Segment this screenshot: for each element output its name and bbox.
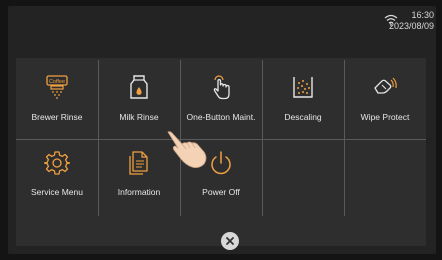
maintenance-menu-panel: Coffee Brewer Rinse Milk Rinse One-Butto…: [16, 58, 426, 246]
menu-item-label: Milk Rinse: [119, 112, 159, 122]
close-icon: [226, 237, 234, 245]
menu-item-one-button-maint[interactable]: One-Button Maint.: [180, 60, 262, 140]
menu-item-service-menu[interactable]: Service Menu: [16, 140, 98, 216]
gear-icon: [44, 150, 70, 176]
descaling-icon: [290, 74, 316, 100]
menu-item-label: Brewer Rinse: [31, 112, 83, 122]
clock: 16:30 2023/08/09: [389, 10, 434, 32]
power-icon: [208, 150, 234, 176]
menu-item-label: Service Menu: [31, 187, 83, 197]
menu-item-milk-rinse[interactable]: Milk Rinse: [98, 60, 180, 140]
menu-item-label: Wipe Protect: [360, 112, 410, 122]
touch-hand-icon: [208, 74, 234, 100]
svg-text:Coffee: Coffee: [49, 79, 65, 85]
status-bar: 16:30 2023/08/09: [8, 6, 436, 40]
menu-item-label: Descaling: [284, 112, 322, 122]
clock-time: 16:30: [411, 10, 434, 20]
menu-item-label: Information: [117, 187, 161, 197]
menu-item-wipe-protect[interactable]: Wipe Protect: [344, 60, 426, 140]
menu-grid: Coffee Brewer Rinse Milk Rinse One-Butto…: [16, 60, 426, 216]
menu-item-label: One-Button Maint.: [186, 112, 256, 122]
menu-empty-cell: [344, 140, 426, 216]
screen: 16:30 2023/08/09 Coffee Brewer Rinse Mil…: [8, 6, 436, 254]
wipe-hand-icon: [372, 74, 398, 100]
milk-carton-icon: [126, 74, 152, 100]
menu-row-1: Coffee Brewer Rinse Milk Rinse One-Butto…: [16, 60, 426, 140]
menu-item-descaling[interactable]: Descaling: [262, 60, 344, 140]
pointing-hand-overlay: [167, 131, 207, 168]
document-icon: [126, 150, 152, 176]
menu-item-brewer-rinse[interactable]: Coffee Brewer Rinse: [16, 60, 98, 140]
clock-date: 2023/08/09: [388, 21, 434, 31]
menu-row-2: Service Menu Information Power Off: [16, 140, 426, 216]
menu-empty-cell: [262, 140, 344, 216]
close-button[interactable]: [221, 232, 239, 250]
menu-item-label: Power Off: [202, 187, 240, 197]
device-bezel: 16:30 2023/08/09 Coffee Brewer Rinse Mil…: [0, 0, 442, 260]
coffee-brewer-icon: Coffee: [44, 74, 70, 100]
